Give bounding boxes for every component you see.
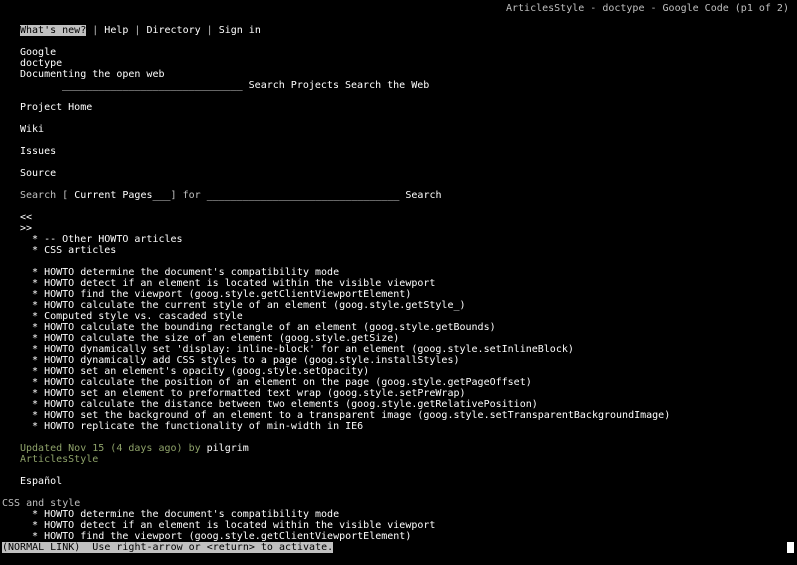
select-bracket: [ xyxy=(62,190,69,201)
author-link[interactable]: pilgrim xyxy=(207,443,249,454)
article-link[interactable]: * HOWTO set an element to preformatted t… xyxy=(20,388,466,399)
terminal-cursor xyxy=(787,542,794,553)
google-link[interactable]: Google xyxy=(20,47,56,58)
nav-separator: | xyxy=(200,25,219,36)
site-search-row: ______________________________ Search Pr… xyxy=(20,80,429,91)
article-link[interactable]: * HOWTO calculate the bounding rectangle… xyxy=(20,322,496,333)
section-article-link[interactable]: * HOWTO detect if an element is located … xyxy=(20,520,435,531)
other-howto-link[interactable]: * -- Other HOWTO articles xyxy=(20,234,183,245)
article-link[interactable]: * HOWTO calculate the size of an element… xyxy=(20,333,399,344)
issues-link[interactable]: Issues xyxy=(20,146,56,157)
site-search-input[interactable]: ______________________________ xyxy=(62,80,243,91)
top-nav: What's new? | Help | Directory | Sign in xyxy=(20,25,261,36)
page-search-input[interactable]: ________________________________ xyxy=(207,190,400,201)
page-scope-select[interactable]: Current Pages___ xyxy=(74,190,170,201)
article-link[interactable]: * HOWTO dynamically set 'display: inline… xyxy=(20,344,574,355)
source-link[interactable]: Source xyxy=(20,168,56,179)
prev-link[interactable]: << xyxy=(20,212,32,223)
article-link[interactable]: * HOWTO calculate the distance between t… xyxy=(20,399,538,410)
article-link[interactable]: * HOWTO set the background of an element… xyxy=(20,410,670,421)
tagline: Documenting the open web xyxy=(20,69,165,80)
article-link[interactable]: * HOWTO set an element's opacity (goog.s… xyxy=(20,366,369,377)
help-link[interactable]: Help xyxy=(104,25,128,36)
page-search-button[interactable]: Search xyxy=(405,190,441,201)
doctype-link[interactable]: doctype xyxy=(20,58,62,69)
nav-separator: | xyxy=(86,25,105,36)
search-web-button[interactable]: Search the Web xyxy=(345,80,429,91)
article-link[interactable]: * HOWTO dynamically add CSS styles to a … xyxy=(20,355,459,366)
section-heading: CSS and style xyxy=(2,498,81,509)
espanol-link[interactable]: Español xyxy=(20,476,62,487)
section-article-link[interactable]: * HOWTO find the viewport (goog.style.ge… xyxy=(20,531,411,542)
section-article-link[interactable]: * HOWTO determine the document's compati… xyxy=(20,509,339,520)
search-projects-button[interactable]: Search Projects xyxy=(249,80,339,91)
project-home-link[interactable]: Project Home xyxy=(20,102,92,113)
article-link[interactable]: * HOWTO find the viewport (goog.style.ge… xyxy=(20,289,411,300)
css-articles-link[interactable]: * CSS articles xyxy=(20,245,116,256)
article-link[interactable]: * HOWTO replicate the functionality of m… xyxy=(20,421,363,432)
next-link[interactable]: >> xyxy=(20,223,32,234)
updated-text: Updated Nov 15 (4 days ago) by xyxy=(20,443,207,454)
window-title: ArticlesStyle - doctype - Google Code (p… xyxy=(506,3,789,14)
nav-separator: | xyxy=(128,25,147,36)
sign-in-link[interactable]: Sign in xyxy=(219,25,261,36)
status-bar: (NORMAL LINK) Use right-arrow or <return… xyxy=(2,542,334,553)
directory-link[interactable]: Directory xyxy=(146,25,200,36)
article-link[interactable]: * HOWTO calculate the current style of a… xyxy=(20,300,466,311)
article-link[interactable]: * HOWTO detect if an element is located … xyxy=(20,278,435,289)
page-search-row: Search [ Current Pages___] for _________… xyxy=(20,190,442,201)
article-link[interactable]: * HOWTO calculate the position of an ele… xyxy=(20,377,532,388)
whats-new-link[interactable]: What's new? xyxy=(20,25,87,36)
article-link[interactable]: * HOWTO determine the document's compati… xyxy=(20,267,339,278)
page-search-label: Search xyxy=(20,190,57,201)
updated-line: Updated Nov 15 (4 days ago) by pilgrim xyxy=(20,443,249,454)
wiki-link[interactable]: Wiki xyxy=(20,124,44,135)
for-label: for xyxy=(182,190,201,201)
article-link[interactable]: * Computed style vs. cascaded style xyxy=(20,311,243,322)
select-bracket: ] xyxy=(170,190,177,201)
page-name: ArticlesStyle xyxy=(20,454,99,465)
